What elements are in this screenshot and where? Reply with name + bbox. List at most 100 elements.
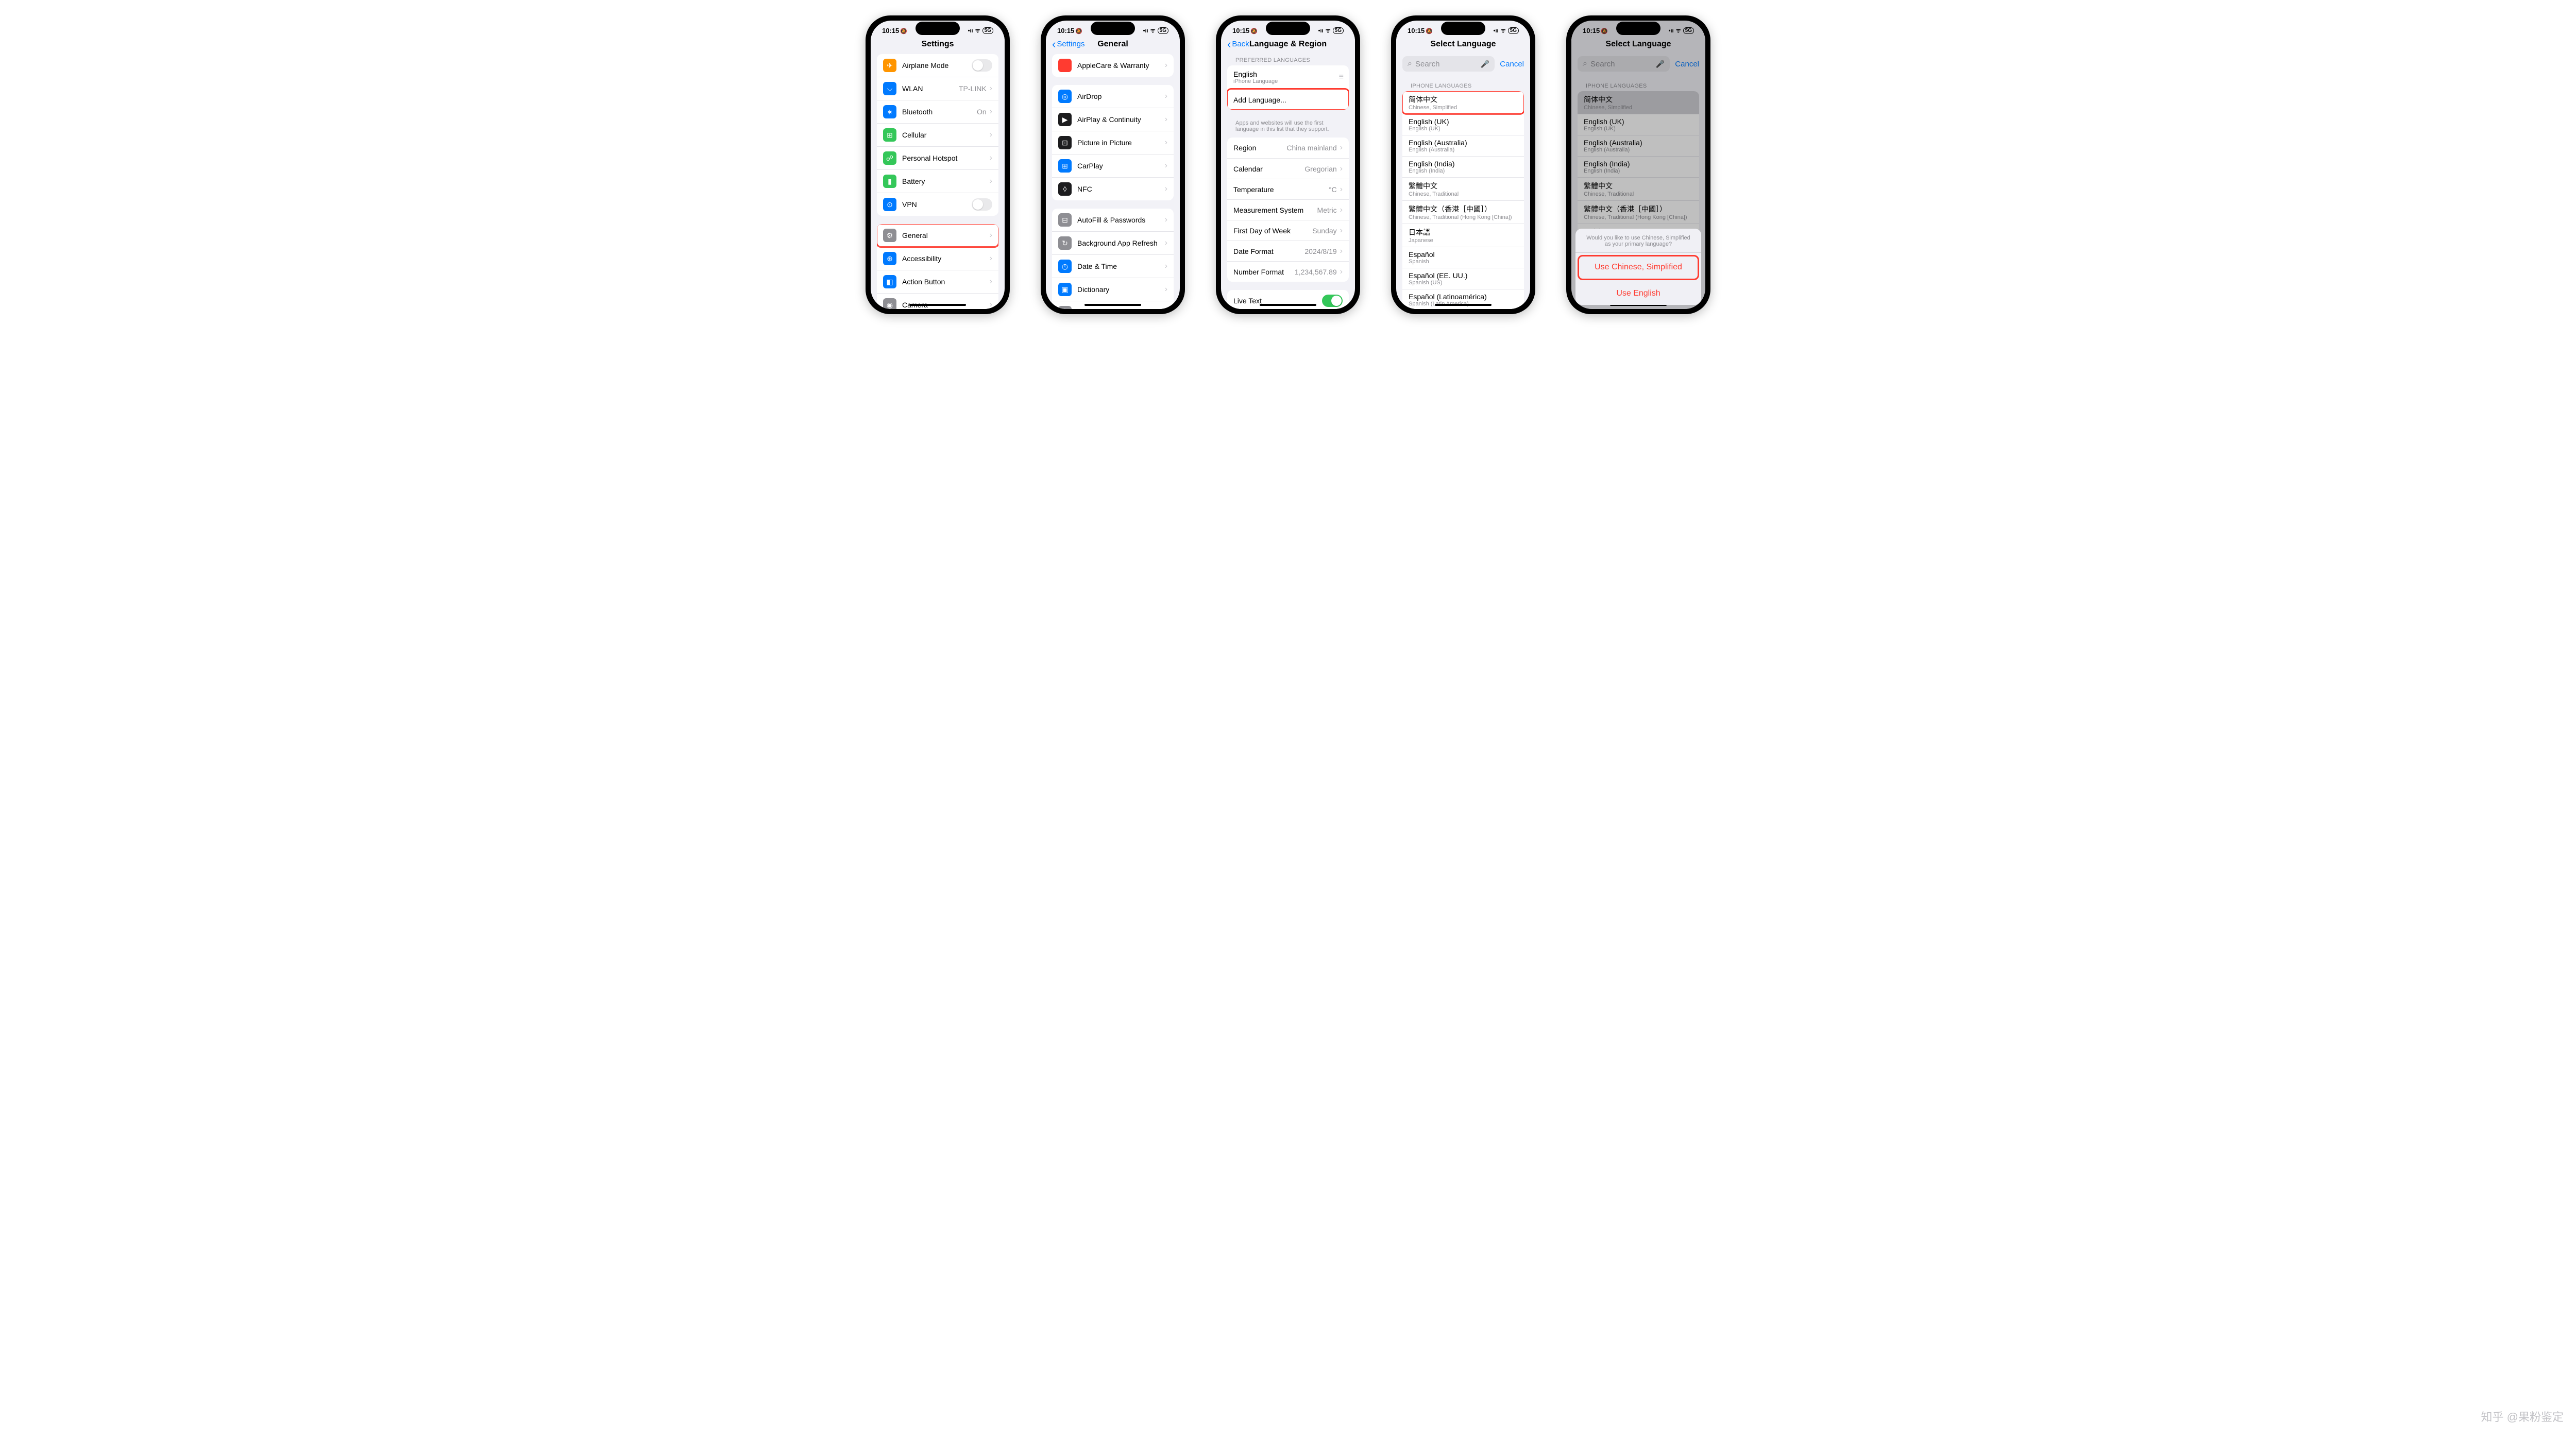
chevron-right-icon: › — [990, 177, 992, 186]
home-indicator[interactable] — [1260, 304, 1316, 306]
row-accessibility[interactable]: ⊕ Accessibility› — [877, 247, 998, 270]
general-icon: ⚙ — [883, 229, 896, 242]
row-personal-hotspot[interactable]: ☍ Personal Hotspot› — [877, 146, 998, 169]
row-airplane-mode[interactable]: ✈︎ Airplane Mode — [877, 54, 998, 77]
signal-icon: •ıı — [1494, 28, 1499, 34]
search-placeholder: Search — [1415, 60, 1478, 68]
back-button[interactable]: Back — [1227, 40, 1249, 48]
row-date-time[interactable]: ◷ Date & Time› — [1052, 254, 1174, 278]
content[interactable]: PREFERRED LANGUAGES EnglishiPhone Langua… — [1221, 54, 1355, 309]
row-bluetooth[interactable]: ∗ BluetoothOn› — [877, 100, 998, 123]
row-nfc[interactable]: ◊ NFC› — [1052, 177, 1174, 200]
back-button[interactable]: Settings — [1052, 40, 1085, 48]
row-applecare-warranty[interactable]: AppleCare & Warranty› — [1052, 54, 1174, 77]
chevron-right-icon: › — [1165, 115, 1167, 124]
sheet-option-chinese[interactable]: Use Chinese, Simplified — [1579, 256, 1698, 279]
row-label: Number Format — [1233, 268, 1295, 276]
lang-english: Chinese, Simplified — [1409, 105, 1518, 111]
row-first-day-of-week[interactable]: First Day of Week Sunday › — [1227, 220, 1349, 241]
chevron-right-icon: › — [1340, 185, 1343, 194]
battery-icon: 5G — [1508, 27, 1519, 34]
chevron-right-icon: › — [1165, 92, 1167, 101]
lang-spanish[interactable]: EspañolSpanish — [1402, 247, 1524, 268]
settings-group-system: ⚙ General› ⊕ Accessibility› ◧ Action But… — [877, 224, 998, 309]
row-temperature[interactable]: Temperature °C › — [1227, 179, 1349, 199]
search-container: ⌕ Search 🎤 Cancel — [1396, 54, 1530, 78]
toggle[interactable] — [972, 59, 992, 72]
live-text-toggle[interactable] — [1322, 295, 1343, 307]
row-number-format[interactable]: Number Format 1,234,567.89 › — [1227, 261, 1349, 282]
content[interactable]: IPHONE LANGUAGES 简体中文Chinese, Simplified… — [1396, 78, 1530, 309]
lang-chinese-simplified[interactable]: 简体中文Chinese, Simplified — [1402, 91, 1524, 114]
accessibility-icon: ⊕ — [883, 252, 896, 265]
row-label: Calendar — [1233, 165, 1304, 173]
chevron-right-icon: › — [990, 130, 992, 140]
row-battery[interactable]: ▮ Battery› — [877, 169, 998, 193]
row-live-text[interactable]: Live Text — [1227, 290, 1349, 309]
lang-english-uk[interactable]: English (UK)English (UK) — [1402, 114, 1524, 135]
lang-chinese-traditional[interactable]: 繁體中文Chinese, Traditional — [1402, 177, 1524, 200]
add-language-label: Add Language... — [1233, 96, 1343, 104]
search-input[interactable]: ⌕ Search 🎤 — [1402, 56, 1495, 72]
lang-native: English (Australia) — [1409, 139, 1467, 147]
row-cellular[interactable]: ⊞ Cellular› — [877, 123, 998, 146]
section-footer: Apps and websites will use the first lan… — [1227, 118, 1349, 138]
row-action-button[interactable]: ◧ Action Button› — [877, 270, 998, 293]
row-calendar[interactable]: Calendar Gregorian › — [1227, 158, 1349, 179]
bluetooth-icon: ∗ — [883, 105, 896, 118]
lang-spanish-us[interactable]: Español (EE. UU.)Spanish (US) — [1402, 268, 1524, 289]
home-indicator[interactable] — [909, 304, 966, 306]
toggle[interactable] — [972, 198, 992, 211]
section-header-preferred: PREFERRED LANGUAGES — [1227, 54, 1349, 65]
drag-handle-icon[interactable]: ≡ — [1339, 73, 1343, 82]
lang-japanese[interactable]: 日本語Japanese — [1402, 224, 1524, 247]
content[interactable]: AppleCare & Warranty› ◎ AirDrop› ▶ AirPl… — [1046, 54, 1180, 309]
row-background-app-refresh[interactable]: ↻ Background App Refresh› — [1052, 231, 1174, 254]
row-airdrop[interactable]: ◎ AirDrop› — [1052, 85, 1174, 108]
row-dictionary[interactable]: ▣ Dictionary› — [1052, 278, 1174, 301]
row-carplay[interactable]: ⊞ CarPlay› — [1052, 154, 1174, 177]
chevron-right-icon: › — [1165, 161, 1167, 170]
lang-native: Español — [1409, 250, 1435, 259]
row-region[interactable]: Region China mainland › — [1227, 138, 1349, 158]
row-wlan[interactable]: ⌵ WLANTP-LINK› — [877, 77, 998, 100]
lang-chinese-traditional-hong-kong-china[interactable]: 繁體中文（香港［中國］）Chinese, Traditional (Hong K… — [1402, 200, 1524, 224]
row-label: English — [1233, 70, 1257, 78]
search-icon: ⌕ — [1408, 59, 1412, 68]
row-camera[interactable]: ◉ Camera› — [877, 293, 998, 309]
lang-spanish-latin-america[interactable]: Español (Latinoamérica)Spanish (Latin Am… — [1402, 289, 1524, 309]
row-measurement-system[interactable]: Measurement System Metric › — [1227, 199, 1349, 220]
cancel-button[interactable]: Cancel — [1500, 60, 1524, 68]
dictionary-icon: ▣ — [1058, 283, 1072, 296]
settings-group-network: ✈︎ Airplane Mode ⌵ WLANTP-LINK› ∗ Blueto… — [877, 54, 998, 216]
page-title: Language & Region — [1249, 40, 1327, 48]
home-indicator[interactable] — [1084, 304, 1141, 306]
lang-english-australia[interactable]: English (Australia)English (Australia) — [1402, 135, 1524, 156]
camera-icon: ◉ — [883, 298, 896, 309]
home-indicator[interactable] — [1435, 304, 1492, 306]
row-general[interactable]: ⚙ General› — [877, 224, 998, 247]
mic-icon[interactable]: 🎤 — [1481, 60, 1489, 68]
airplane-mode-icon: ✈︎ — [883, 59, 896, 72]
row-picture-in-picture[interactable]: ⊡ Picture in Picture› — [1052, 131, 1174, 154]
row-label: Background App Refresh — [1077, 239, 1162, 247]
sheet-option-english[interactable]: Use English — [1575, 282, 1701, 305]
row-add-language[interactable]: Add Language... — [1227, 89, 1349, 110]
lang-english-india[interactable]: English (India)English (India) — [1402, 156, 1524, 177]
status-time: 10:15 — [1232, 27, 1249, 35]
row-airplay-continuity[interactable]: ▶ AirPlay & Continuity› — [1052, 108, 1174, 131]
row-date-format[interactable]: Date Format 2024/8/19 › — [1227, 241, 1349, 261]
row-vpn[interactable]: ⊙ VPN — [877, 193, 998, 216]
battery-icon: 5G — [1158, 27, 1168, 34]
lang-english: English (India) — [1409, 168, 1518, 174]
airdrop-icon: ◎ — [1058, 90, 1072, 103]
wlan-icon: ⌵ — [883, 82, 896, 95]
row-autofill-passwords[interactable]: ⊟ AutoFill & Passwords› — [1052, 209, 1174, 231]
lang-english: Spanish — [1409, 259, 1518, 265]
lang-native: Español (Latinoamérica) — [1409, 293, 1487, 301]
row-english[interactable]: EnglishiPhone Language ≡ — [1227, 65, 1349, 89]
row-label: Temperature — [1233, 185, 1329, 194]
content[interactable]: ✈︎ Airplane Mode ⌵ WLANTP-LINK› ∗ Blueto… — [871, 54, 1005, 309]
row-label: Airplane Mode — [902, 61, 972, 70]
battery-icon: 5G — [982, 27, 993, 34]
